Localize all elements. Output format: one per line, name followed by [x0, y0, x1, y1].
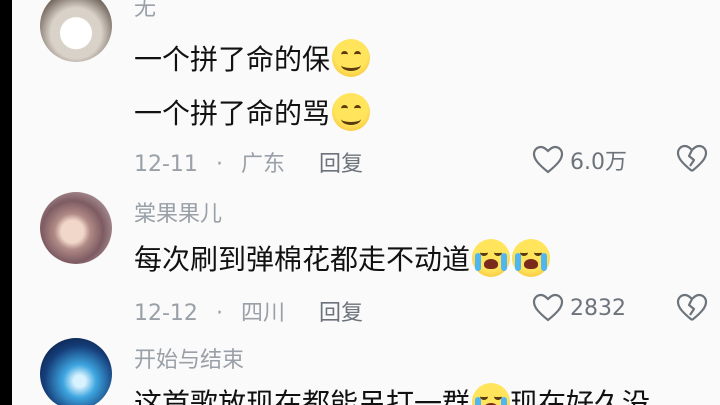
crying-emoji-icon	[512, 239, 551, 277]
like-button[interactable]: 2832	[532, 293, 626, 323]
comment-text: 每次刷到弹棉花都走不动道	[134, 243, 471, 276]
comment-list: 无 一个拼了命的保 一个拼了命的骂 12-11 · 广东 回复 6.0万 棠果果儿 每…	[12, 0, 720, 405]
dislike-button[interactable]	[676, 293, 708, 323]
dislike-button[interactable]	[676, 144, 708, 174]
comment-date: 12-12	[134, 301, 198, 326]
comment-username[interactable]: 无	[134, 0, 156, 22]
comment-text-line: 每次刷到弹棉花都走不动道	[134, 238, 551, 278]
crying-emoji-icon	[472, 383, 511, 405]
heart-icon	[532, 293, 564, 323]
avatar[interactable]	[40, 0, 112, 62]
broken-heart-icon	[676, 144, 708, 174]
like-count: 6.0万	[570, 150, 627, 175]
separator-dot: ·	[215, 152, 223, 177]
comment-text: 一个拼了命的保	[134, 43, 331, 76]
comment-text-line: 这首歌放现在都能吊打一群 现在好久没	[134, 382, 650, 405]
reply-button[interactable]: 回复	[319, 152, 363, 177]
smile-emoji-icon	[332, 39, 371, 77]
avatar[interactable]	[40, 338, 112, 405]
comment-meta: 12-11 · 广东 回复	[134, 146, 363, 178]
comment-text: 现在好久没	[510, 387, 651, 405]
comment-text: 一个拼了命的骂	[134, 97, 331, 130]
comment-location: 四川	[240, 301, 285, 326]
comment-meta: 12-12 · 四川 回复	[134, 295, 363, 327]
broken-heart-icon	[676, 293, 708, 323]
separator-dot: ·	[215, 301, 223, 326]
avatar[interactable]	[40, 192, 112, 264]
comment-text-line: 一个拼了命的保	[134, 38, 371, 78]
comment-text-line: 一个拼了命的骂	[134, 92, 371, 132]
comment-location: 广东	[240, 152, 285, 177]
comment-text: 这首歌放现在都能吊打一群	[134, 387, 471, 405]
smile-emoji-icon	[332, 93, 371, 131]
comment-date: 12-11	[134, 152, 198, 177]
like-count: 2832	[570, 295, 626, 321]
comment-username[interactable]: 开始与结束	[134, 342, 244, 374]
comment-username[interactable]: 棠果果儿	[134, 196, 222, 228]
like-button[interactable]: 6.0万	[532, 144, 627, 176]
reply-button[interactable]: 回复	[319, 301, 363, 326]
heart-icon	[532, 145, 564, 175]
crying-emoji-icon	[472, 239, 511, 277]
